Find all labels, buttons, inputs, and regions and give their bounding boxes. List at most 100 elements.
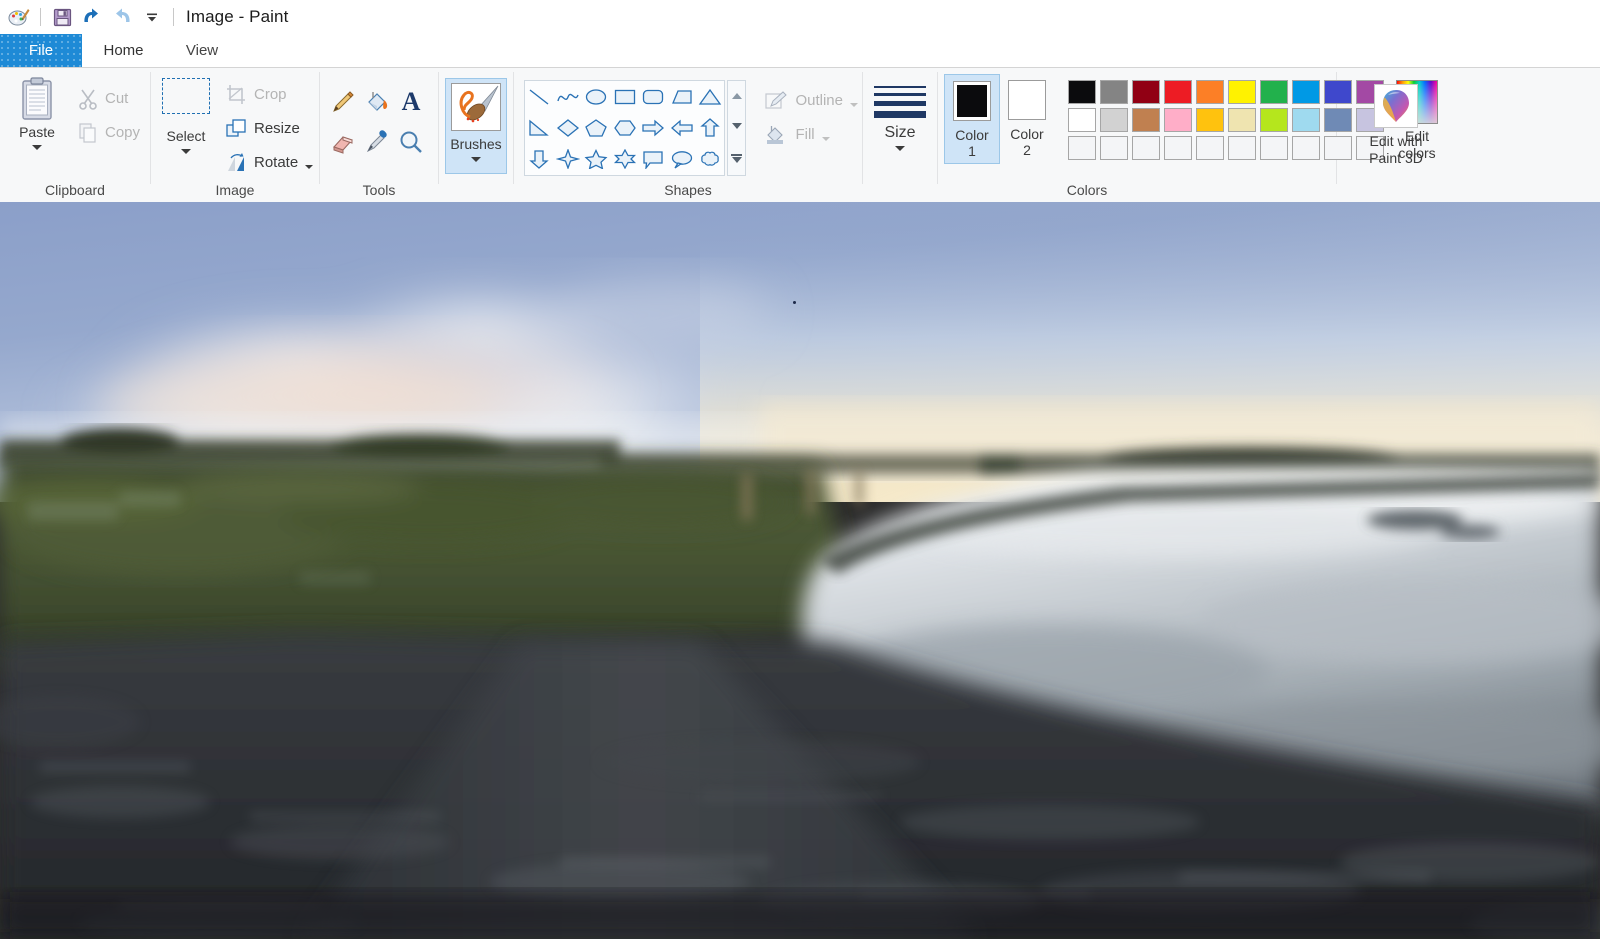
palette-swatch-3-1[interactable] bbox=[1066, 134, 1098, 162]
palette-swatch-3-3[interactable] bbox=[1130, 134, 1162, 162]
paste-button[interactable]: Paste bbox=[0, 74, 74, 150]
shape-polygon[interactable] bbox=[667, 81, 695, 112]
shape-down-arrow[interactable] bbox=[525, 144, 553, 175]
shape-pentagon[interactable] bbox=[582, 112, 610, 143]
scroll-down-icon[interactable] bbox=[731, 123, 742, 130]
outline-button[interactable]: Outline bbox=[760, 84, 862, 118]
color-2-index: 2 bbox=[1023, 142, 1031, 158]
resize-icon bbox=[226, 119, 246, 137]
shape-left-arrow[interactable] bbox=[667, 112, 695, 143]
palette-swatch-1-2[interactable] bbox=[1098, 78, 1130, 106]
fill-bucket-icon bbox=[767, 126, 784, 144]
shape-triangle[interactable] bbox=[696, 81, 724, 112]
scissors-icon bbox=[79, 89, 97, 110]
shape-rounded-callout[interactable] bbox=[639, 144, 667, 175]
palette-swatch-3-2[interactable] bbox=[1098, 134, 1130, 162]
palette-swatch-3-5[interactable] bbox=[1194, 134, 1226, 162]
shape-six-point-star[interactable] bbox=[610, 144, 638, 175]
undo-icon[interactable] bbox=[77, 3, 107, 31]
tab-view[interactable]: View bbox=[164, 34, 240, 67]
shape-rectangle[interactable] bbox=[610, 81, 638, 112]
palette-swatch-1-8[interactable] bbox=[1290, 78, 1322, 106]
tab-file[interactable]: File bbox=[0, 34, 82, 67]
color-picker-tool[interactable] bbox=[360, 122, 394, 162]
shape-cloud-callout[interactable] bbox=[696, 144, 724, 175]
brushes-button[interactable]: Brushes bbox=[445, 78, 507, 174]
shape-oval[interactable] bbox=[582, 81, 610, 112]
palette-swatch-2-4[interactable] bbox=[1162, 106, 1194, 134]
shape-curve[interactable] bbox=[553, 81, 581, 112]
color-2-button[interactable]: Color 2 bbox=[1000, 74, 1054, 162]
palette-swatch-1-6[interactable] bbox=[1226, 78, 1258, 106]
pencil-icon bbox=[333, 91, 354, 112]
shape-four-point-star[interactable] bbox=[553, 144, 581, 175]
ribbon-tabs: File Home View bbox=[0, 34, 1600, 67]
edit-with-paint3d-button[interactable]: Edit with Paint 3D bbox=[1337, 74, 1455, 167]
palette-swatch-2-2[interactable] bbox=[1098, 106, 1130, 134]
palette-swatch-2-6[interactable] bbox=[1226, 106, 1258, 134]
tab-home[interactable]: Home bbox=[82, 34, 164, 67]
outline-dropdown-icon[interactable] bbox=[850, 103, 858, 107]
paint3d-icon bbox=[1374, 84, 1418, 128]
scroll-up-icon[interactable] bbox=[731, 93, 742, 100]
palette-swatch-3-7[interactable] bbox=[1258, 134, 1290, 162]
shapes-group-label: Shapes bbox=[664, 182, 712, 198]
copy-button[interactable]: Copy bbox=[74, 116, 144, 150]
shape-rounded-rectangle[interactable] bbox=[639, 81, 667, 112]
crop-button[interactable]: Crop bbox=[221, 78, 317, 112]
cut-button[interactable]: Cut bbox=[74, 82, 144, 116]
save-icon[interactable] bbox=[47, 3, 77, 31]
paint-app-icon[interactable] bbox=[4, 3, 34, 31]
eraser-tool[interactable] bbox=[326, 122, 360, 162]
palette-swatch-2-5[interactable] bbox=[1194, 106, 1226, 134]
more-shapes-icon[interactable] bbox=[731, 153, 743, 163]
fill-dropdown-icon[interactable] bbox=[821, 137, 830, 141]
paste-dropdown-icon[interactable] bbox=[32, 145, 42, 150]
palette-swatch-2-7[interactable] bbox=[1258, 106, 1290, 134]
shape-hexagon[interactable] bbox=[610, 112, 638, 143]
fill-tool[interactable] bbox=[360, 82, 394, 122]
select-dropdown-icon[interactable] bbox=[181, 149, 191, 154]
palette-swatch-1-3[interactable] bbox=[1130, 78, 1162, 106]
shapes-scrollbar[interactable] bbox=[727, 80, 747, 176]
magnifier-tool[interactable] bbox=[394, 122, 428, 162]
rotate-button[interactable]: Rotate bbox=[221, 146, 317, 180]
palette-swatch-2-3[interactable] bbox=[1130, 106, 1162, 134]
selection-rectangle-icon bbox=[162, 78, 210, 114]
shape-right-arrow[interactable] bbox=[639, 112, 667, 143]
color-1-button[interactable]: Color 1 bbox=[944, 74, 1000, 164]
window-title: Image - Paint bbox=[186, 7, 289, 26]
size-dropdown-icon[interactable] bbox=[895, 146, 905, 151]
palette-swatch-3-6[interactable] bbox=[1226, 134, 1258, 162]
customize-quick-access-icon[interactable] bbox=[137, 3, 167, 31]
size-button[interactable]: Size bbox=[863, 86, 937, 151]
redo-icon[interactable] bbox=[107, 3, 137, 31]
shape-line[interactable] bbox=[525, 81, 553, 112]
shape-right-triangle[interactable] bbox=[525, 112, 553, 143]
shape-diamond[interactable] bbox=[553, 112, 581, 143]
select-button[interactable]: Select bbox=[151, 74, 221, 154]
shape-up-arrow[interactable] bbox=[696, 112, 724, 143]
paint3d-group-label bbox=[1337, 180, 1455, 202]
text-tool[interactable]: A bbox=[394, 82, 428, 122]
palette-swatch-2-8[interactable] bbox=[1290, 106, 1322, 134]
shape-oval-callout[interactable] bbox=[667, 144, 695, 175]
rotate-dropdown-icon[interactable] bbox=[305, 165, 314, 169]
palette-swatch-2-1[interactable] bbox=[1066, 106, 1098, 134]
palette-swatch-1-5[interactable] bbox=[1194, 78, 1226, 106]
cursor-dot bbox=[793, 301, 796, 304]
shapes-gallery[interactable] bbox=[524, 80, 726, 176]
palette-swatch-1-7[interactable] bbox=[1258, 78, 1290, 106]
palette-swatch-3-8[interactable] bbox=[1290, 134, 1322, 162]
copy-icon bbox=[79, 123, 96, 143]
brushes-dropdown-icon[interactable] bbox=[471, 157, 481, 162]
shape-five-point-star[interactable] bbox=[582, 144, 610, 175]
resize-button[interactable]: Resize bbox=[221, 112, 317, 146]
pencil-tool[interactable] bbox=[326, 82, 360, 122]
palette-swatch-1-4[interactable] bbox=[1162, 78, 1194, 106]
palette-swatch-3-4[interactable] bbox=[1162, 134, 1194, 162]
fill-button[interactable]: Fill bbox=[760, 118, 862, 152]
palette-swatch-1-1[interactable] bbox=[1066, 78, 1098, 106]
fill-label: Fill bbox=[795, 126, 815, 143]
image-canvas[interactable] bbox=[0, 202, 1600, 939]
